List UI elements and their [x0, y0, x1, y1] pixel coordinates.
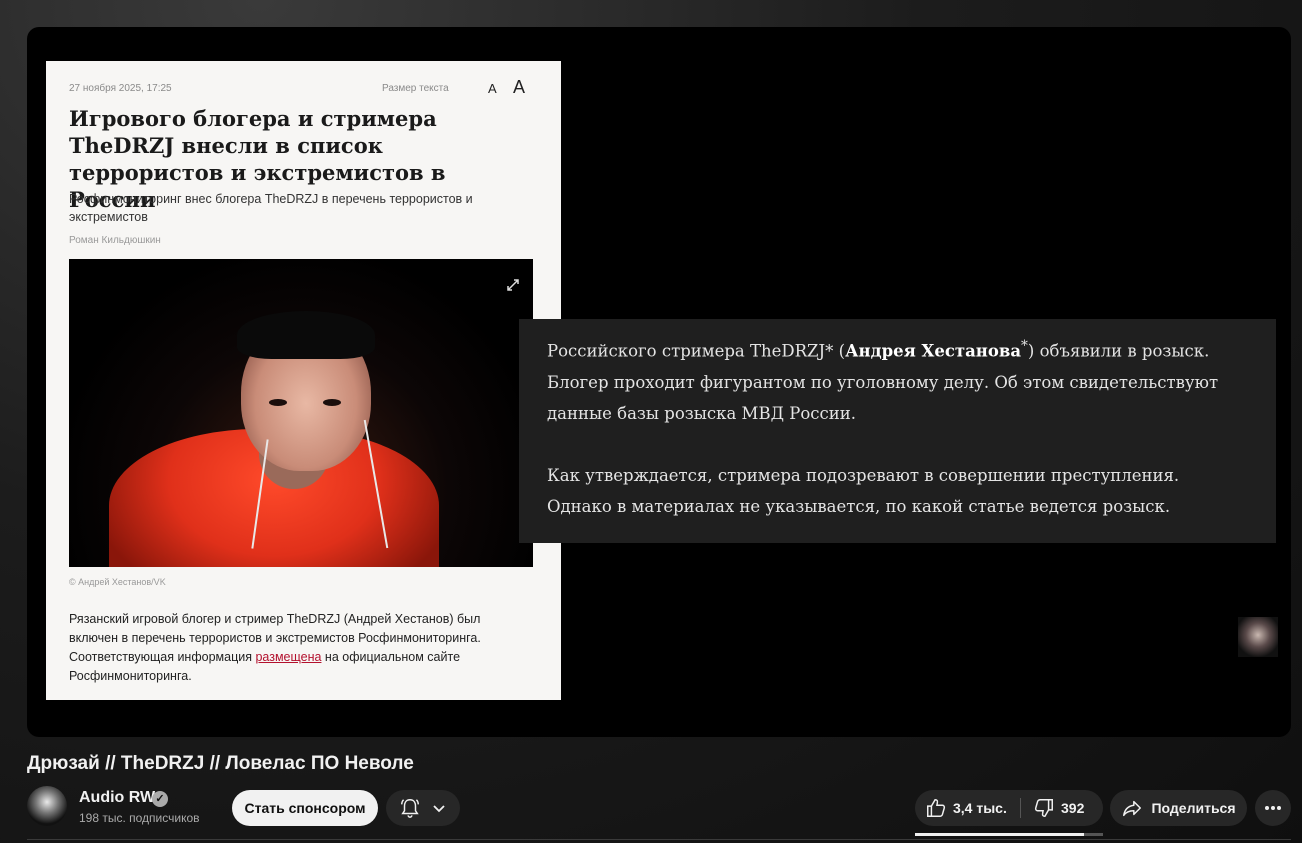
video-title: Дрюзай // TheDRZJ // Ловелас ПО Неволе — [27, 753, 414, 774]
channel-watermark[interactable] — [1238, 617, 1278, 657]
verified-check-icon: ✓ — [152, 791, 168, 807]
channel-name[interactable]: Audio RW — [79, 789, 155, 807]
subscription-bell-button[interactable] — [386, 790, 460, 826]
article-author: Роман Кильдюшкин — [69, 235, 161, 246]
article-subtitle: Росфинмониторинг внес блогера TheDRZJ в … — [69, 192, 473, 224]
article-photo — [69, 259, 533, 567]
text-size-large: A — [513, 77, 526, 97]
photo-eye-right — [323, 399, 341, 406]
text-size-small: A — [488, 81, 497, 96]
like-dislike-group: 3,4 тыс. 392 — [915, 790, 1103, 826]
expand-icon — [505, 277, 521, 293]
article-date: 27 ноября 2025, 17:25 — [69, 83, 172, 94]
photo-hair — [237, 311, 375, 359]
quote-bold-name: Андрея Хестанова — [845, 341, 1022, 361]
share-label: Поделиться — [1151, 800, 1236, 816]
quote-asterisk: * — [1021, 338, 1028, 354]
dislike-count: 392 — [1061, 800, 1085, 816]
chevron-down-icon — [431, 800, 447, 816]
photo-credit: © Андрей Хестанов/VK — [69, 577, 166, 587]
video-player[interactable]: 27 ноября 2025, 17:25 Размер текста A A … — [27, 27, 1291, 737]
quote-overlay: Российского стримера TheDRZJ* (Андрея Хе… — [519, 319, 1276, 543]
quote-paragraph-1: Российского стримера TheDRZJ* (Андрея Хе… — [547, 331, 1248, 429]
more-actions-button[interactable] — [1255, 790, 1291, 826]
subscriber-count: 198 тыс. подписчиков — [79, 811, 200, 825]
like-button[interactable]: 3,4 тыс. — [925, 790, 1007, 826]
like-ratio-bar — [915, 833, 1103, 836]
bell-icon — [399, 797, 421, 819]
quote-paragraph-2: Как утверждается, стримера подозревают в… — [547, 465, 1180, 516]
like-count: 3,4 тыс. — [953, 800, 1007, 816]
thumbs-up-icon — [925, 797, 947, 819]
more-horizontal-icon — [1264, 805, 1282, 811]
text-size-label: Размер текста — [382, 83, 449, 94]
dislike-button[interactable]: 392 — [1033, 790, 1084, 826]
article-body: Рязанский игровой блогер и стример TheDR… — [69, 610, 509, 686]
pill-divider — [1020, 798, 1021, 818]
share-arrow-icon — [1121, 797, 1143, 819]
news-article-screenshot: 27 ноября 2025, 17:25 Размер текста A A … — [46, 61, 561, 700]
section-divider — [27, 839, 1291, 840]
quote-text: Российского стримера TheDRZJ* ( — [547, 341, 846, 361]
photo-eye-left — [269, 399, 287, 406]
share-button[interactable]: Поделиться — [1110, 790, 1247, 826]
like-ratio-fill — [915, 833, 1085, 836]
article-link: размещена — [255, 650, 322, 664]
sponsor-button[interactable]: Стать спонсором — [232, 790, 378, 826]
thumbs-down-icon — [1033, 797, 1055, 819]
channel-avatar[interactable] — [27, 786, 67, 826]
